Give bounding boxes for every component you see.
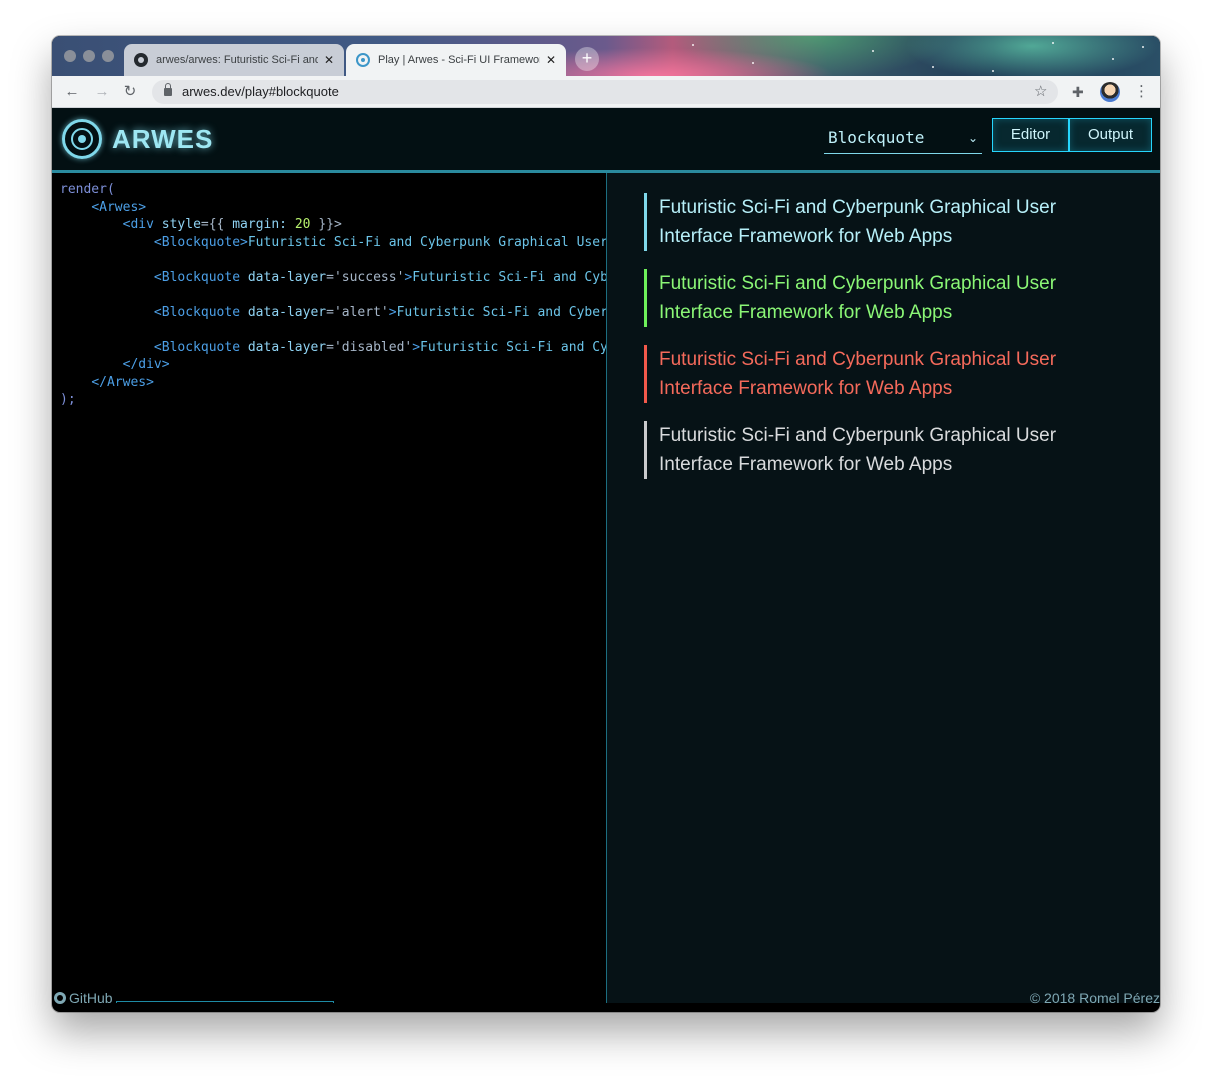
code-token: ={{ (200, 217, 233, 232)
bookmark-star-icon[interactable]: ☆ (1034, 82, 1047, 102)
code-line: <Arwes> (60, 199, 606, 217)
code-token: style (161, 217, 201, 232)
chevron-down-icon: ⌄ (967, 131, 978, 145)
kebab-menu-icon[interactable]: ⋮ (1134, 82, 1149, 102)
code-token: <Blockquote (153, 339, 248, 355)
reload-icon[interactable]: ↻ (120, 82, 140, 102)
code-token: }}> (310, 217, 342, 232)
code-token: margin: (232, 217, 295, 232)
code-line: <div style={{ margin: 20 }}> (60, 216, 606, 234)
new-tab-button[interactable]: + (575, 47, 599, 71)
code-token: Futuristic Sci-Fi and Cyberp (396, 304, 607, 320)
code-token: Futuristic Sci-Fi and Cyberpunk Graphica… (247, 234, 607, 250)
code-token: <div (122, 217, 162, 232)
editor-toggle-button[interactable]: Editor (992, 118, 1069, 152)
code-line: </div> (60, 356, 606, 374)
tab-close-icon[interactable]: ✕ (546, 53, 556, 67)
address-bar[interactable]: arwes.dev/play#blockquote (152, 80, 1058, 104)
blockquote-primary: Futuristic Sci-Fi and Cyberpunk Graphica… (644, 193, 1124, 251)
output-toggle-button[interactable]: Output (1069, 118, 1152, 152)
code-line: <Blockquote data-layer='success'>Futuris… (60, 269, 607, 287)
code-token: <Blockquote (153, 269, 248, 285)
code-editor[interactable]: render( <Arwes> <div style={{ margin: 20… (52, 173, 607, 1003)
app-header: ARWES Blockquote ⌄ Editor Output (52, 108, 1160, 173)
code-line: <Blockquote data-layer='alert'>Futuristi… (60, 304, 607, 322)
blockquote-disabled: Futuristic Sci-Fi and Cyberpunk Graphica… (644, 421, 1124, 479)
logo-text[interactable]: ARWES (112, 124, 213, 155)
github-icon (54, 992, 66, 1004)
github-link[interactable]: GitHub (54, 990, 113, 1006)
code-token: render( (60, 182, 115, 197)
code-token: ); (60, 392, 76, 407)
code-line: <Blockquote>Futuristic Sci-Fi and Cyberp… (60, 234, 607, 252)
code-line: <Blockquote data-layer='disabled'>Futuri… (60, 339, 607, 357)
tab-arwes-play[interactable]: Play | Arwes - Sci-Fi UI Framework ✕ (346, 44, 566, 76)
code-token: Futuristic Sci-Fi and Cybe (412, 269, 607, 285)
code-token: </div> (122, 357, 170, 372)
code-line: ); (60, 391, 606, 409)
maximize-window-button[interactable] (102, 50, 114, 62)
code-line: render( (60, 181, 606, 199)
arwes-icon (356, 53, 370, 67)
close-window-button[interactable] (64, 50, 76, 62)
minimize-window-button[interactable] (83, 50, 95, 62)
code-token: data-layer (247, 304, 327, 320)
code-token: > (388, 304, 397, 320)
url-text: arwes.dev/play#blockquote (182, 84, 339, 99)
select-value: Blockquote (828, 128, 925, 147)
blockquote-success: Futuristic Sci-Fi and Cyberpunk Graphica… (644, 269, 1124, 327)
code-token: ='success' (326, 269, 405, 285)
code-token: data-layer (247, 339, 327, 355)
code-token: <Arwes> (91, 199, 147, 215)
extensions-icon[interactable]: ✚ (1072, 82, 1084, 102)
profile-avatar[interactable] (1100, 82, 1120, 102)
component-select[interactable]: Blockquote ⌄ (824, 124, 982, 154)
code-token: 20 (294, 217, 311, 232)
forward-icon[interactable]: → (92, 82, 112, 102)
tab-strip: arwes/arwes: Futuristic Sci-Fi and Cyber… (52, 36, 1160, 76)
tab-close-icon[interactable]: ✕ (324, 53, 334, 67)
back-icon[interactable]: ← (62, 82, 82, 102)
editor-horizontal-scrollbar[interactable] (116, 1001, 334, 1003)
tab-title: arwes/arwes: Futuristic Sci-Fi and Cyber… (156, 54, 318, 66)
code-token: > (412, 339, 421, 355)
browser-toolbar: ← → ↻ arwes.dev/play#blockquote ☆ ✚ ⋮ (52, 76, 1160, 108)
github-icon (134, 53, 148, 67)
github-label: GitHub (69, 990, 113, 1006)
output-panel: Futuristic Sci-Fi and Cyberpunk Graphica… (607, 173, 1160, 1003)
tab-github[interactable]: arwes/arwes: Futuristic Sci-Fi and Cyber… (124, 44, 344, 76)
arwes-logo-icon[interactable] (62, 119, 102, 159)
lock-icon[interactable] (164, 83, 172, 96)
blockquote-alert: Futuristic Sci-Fi and Cyberpunk Graphica… (644, 345, 1124, 403)
code-token: ='alert' (326, 304, 389, 320)
code-token: ='disabled' (326, 339, 413, 355)
tab-title: Play | Arwes - Sci-Fi UI Framework (378, 54, 540, 66)
browser-window: arwes/arwes: Futuristic Sci-Fi and Cyber… (52, 36, 1160, 1012)
code-line: </Arwes> (60, 374, 606, 392)
code-token: Futuristic Sci-Fi and Cyb (420, 339, 607, 355)
code-content[interactable]: render( <Arwes> <div style={{ margin: 20… (60, 181, 607, 409)
code-token: <Blockquote (153, 304, 248, 320)
code-token: data-layer (247, 269, 327, 285)
code-token: <Blockquote> (153, 234, 248, 250)
code-token: </Arwes> (91, 374, 154, 390)
